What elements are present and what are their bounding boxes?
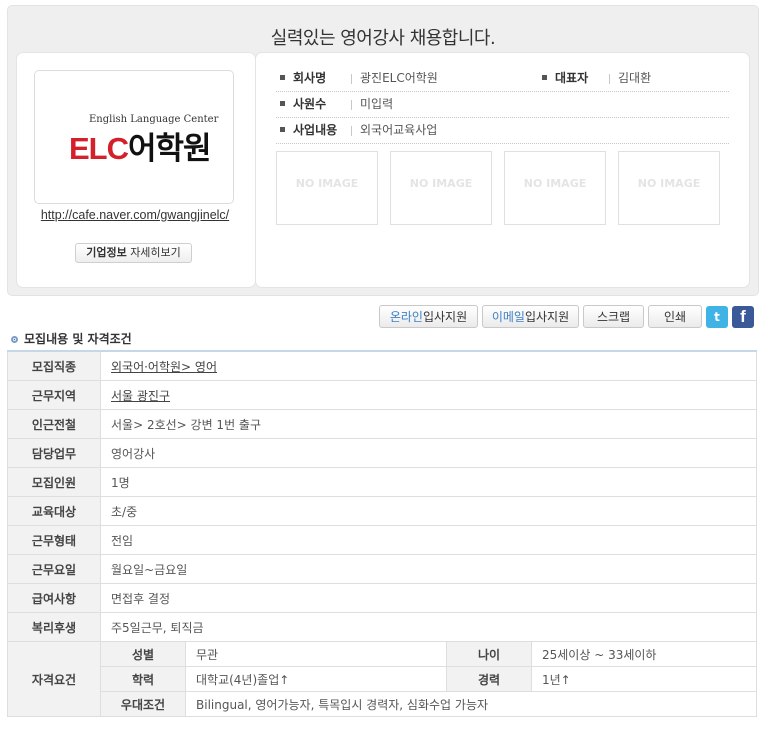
section-title-text: 모집내용 및 자격조건 — [24, 332, 132, 346]
employment-type-value: 전임 — [100, 525, 757, 555]
email-apply-highlight: 이메일 — [491, 310, 525, 324]
field-label: 교육대상 — [7, 496, 101, 526]
field-label: 인근전철 — [7, 409, 101, 439]
company-panel: 실력있는 영어강사 채용합니다. English Language Center… — [7, 5, 759, 296]
company-name-value: 광진ELC어학원 — [360, 71, 438, 85]
work-days-value: 월요일~금요일 — [100, 554, 757, 584]
online-apply-label: 입사지원 — [422, 310, 468, 324]
field-label: 근무요일 — [7, 554, 101, 584]
table-row: 근무형태 전임 — [7, 525, 757, 555]
age-label: 나이 — [446, 641, 532, 667]
table-row: 근무지역 서울 광진구 — [7, 380, 757, 410]
employees-label: 사원수 — [293, 97, 327, 111]
email-apply-label: 입사지원 — [524, 310, 570, 324]
salary-value: 면접후 결정 — [100, 583, 757, 613]
table-row: 우대조건 Bilingual, 영어가능자, 특목입시 경력자, 심화수업 가능… — [8, 691, 757, 717]
preference-value: Bilingual, 영어가능자, 특목입시 경력자, 심화수업 가능자 — [185, 691, 757, 717]
scrap-button[interactable]: 스크랩 — [583, 305, 644, 328]
gender-label: 성별 — [100, 641, 186, 667]
online-apply-highlight: 온라인 — [389, 310, 423, 324]
company-photo-placeholder: NO IMAGE — [618, 151, 720, 225]
business-row: 사업내용 외국어교육사업 — [276, 117, 729, 144]
field-label: 근무형태 — [7, 525, 101, 555]
bullet-icon — [280, 101, 285, 106]
business-label: 사업내용 — [293, 123, 338, 137]
field-label: 자격요건 — [7, 641, 101, 717]
bullet-icon — [542, 75, 547, 80]
field-label: 복리후생 — [7, 612, 101, 642]
table-row: 모집직종 외국어·어학원> 영어 — [7, 350, 757, 381]
table-row: 인근전철 서울> 2호선> 강변 1번 출구 — [7, 409, 757, 439]
education-label: 학력 — [100, 666, 186, 692]
company-info-button-text: 자세히보기 — [130, 246, 181, 259]
field-label: 근무지역 — [7, 380, 101, 410]
company-info-button[interactable]: 기업정보 자세히보기 — [75, 243, 192, 263]
location-value: 서울 광진구 — [100, 380, 757, 410]
divider — [351, 125, 352, 136]
facebook-icon[interactable]: f — [732, 306, 754, 328]
company-photo-placeholder: NO IMAGE — [390, 151, 492, 225]
education-value: 대학교(4년)졸업↑ — [185, 666, 447, 692]
headcount-value: 1명 — [100, 467, 757, 497]
table-row: 학력 대학교(4년)졸업↑ 경력 1년↑ — [8, 666, 757, 692]
field-label: 모집인원 — [7, 467, 101, 497]
bullet-icon — [280, 127, 285, 132]
age-value: 25세이상 ~ 33세이하 — [531, 641, 757, 667]
divider — [351, 99, 352, 110]
section-title: 모집내용 및 자격조건 — [11, 330, 132, 347]
twitter-icon[interactable]: t — [706, 306, 728, 328]
job-type-value: 외국어·어학원> 영어 — [100, 350, 757, 381]
station-value: 서울> 2호선> 강변 1번 출구 — [100, 409, 757, 439]
company-info-button-bold: 기업정보 — [86, 246, 127, 259]
email-apply-button[interactable]: 이메일입사지원 — [482, 305, 579, 328]
ceo-label: 대표자 — [555, 71, 589, 85]
section-bullet-icon — [11, 336, 18, 343]
duties-value: 영어강사 — [100, 438, 757, 468]
ceo-field: 대표자 김대환 — [538, 65, 651, 91]
table-row: 교육대상 초/중 — [7, 496, 757, 526]
table-row: 모집인원 1명 — [7, 467, 757, 497]
company-name-row: 회사명 광진ELC어학원 대표자 김대환 — [276, 65, 729, 92]
ceo-value: 김대환 — [618, 71, 652, 85]
benefits-value: 주5일근무, 퇴직금 — [100, 612, 757, 642]
company-logo-box: English Language Center ELC어학원 http://ca… — [16, 52, 256, 288]
field-label: 모집직종 — [7, 350, 101, 381]
table-row: 급여사항 면접후 결정 — [7, 583, 757, 613]
divider — [351, 73, 352, 84]
job-title: 실력있는 영어강사 채용합니다. — [270, 28, 496, 49]
company-name-label: 회사명 — [293, 71, 327, 85]
company-url-link[interactable]: http://cafe.naver.com/gwangjinelc/ — [35, 207, 235, 223]
job-type-link[interactable]: 외국어·어학원> 영어 — [111, 360, 217, 374]
gender-value: 무관 — [185, 641, 447, 667]
company-photo-placeholder: NO IMAGE — [504, 151, 606, 225]
company-logo: English Language Center ELC어학원 — [34, 70, 234, 204]
logo-brand-latin: ELC — [69, 131, 129, 166]
divider — [609, 73, 610, 84]
target-value: 초/중 — [100, 496, 757, 526]
table-row: 담당업무 영어강사 — [7, 438, 757, 468]
employees-row: 사원수 미입력 — [276, 91, 729, 118]
table-row: 근무요일 월요일~금요일 — [7, 554, 757, 584]
logo-brand: ELC어학원 — [69, 123, 212, 168]
table-row: 복리후생 주5일근무, 퇴직금 — [7, 612, 757, 642]
preference-label: 우대조건 — [100, 691, 186, 717]
career-label: 경력 — [446, 666, 532, 692]
recruitment-table: 모집직종 외국어·어학원> 영어 근무지역 서울 광진구 인근전철 서울> 2호… — [7, 350, 757, 717]
location-link[interactable]: 서울 광진구 — [111, 389, 170, 403]
company-photo-placeholder: NO IMAGE — [276, 151, 378, 225]
business-value: 외국어교육사업 — [360, 123, 438, 137]
field-label: 급여사항 — [7, 583, 101, 613]
online-apply-button[interactable]: 온라인입사지원 — [379, 305, 478, 328]
employees-value: 미입력 — [360, 97, 394, 111]
print-button[interactable]: 인쇄 — [648, 305, 702, 328]
table-row: 자격요건 성별 무관 나이 25세이상 ~ 33세이하 — [7, 641, 757, 717]
field-label: 담당업무 — [7, 438, 101, 468]
company-info-box: 회사명 광진ELC어학원 대표자 김대환 사원수 미입력 사업내용 외국어교육사업 NO… — [255, 52, 750, 288]
logo-brand-korean: 어학원 — [128, 131, 212, 166]
career-value: 1년↑ — [531, 666, 757, 692]
bullet-icon — [280, 75, 285, 80]
